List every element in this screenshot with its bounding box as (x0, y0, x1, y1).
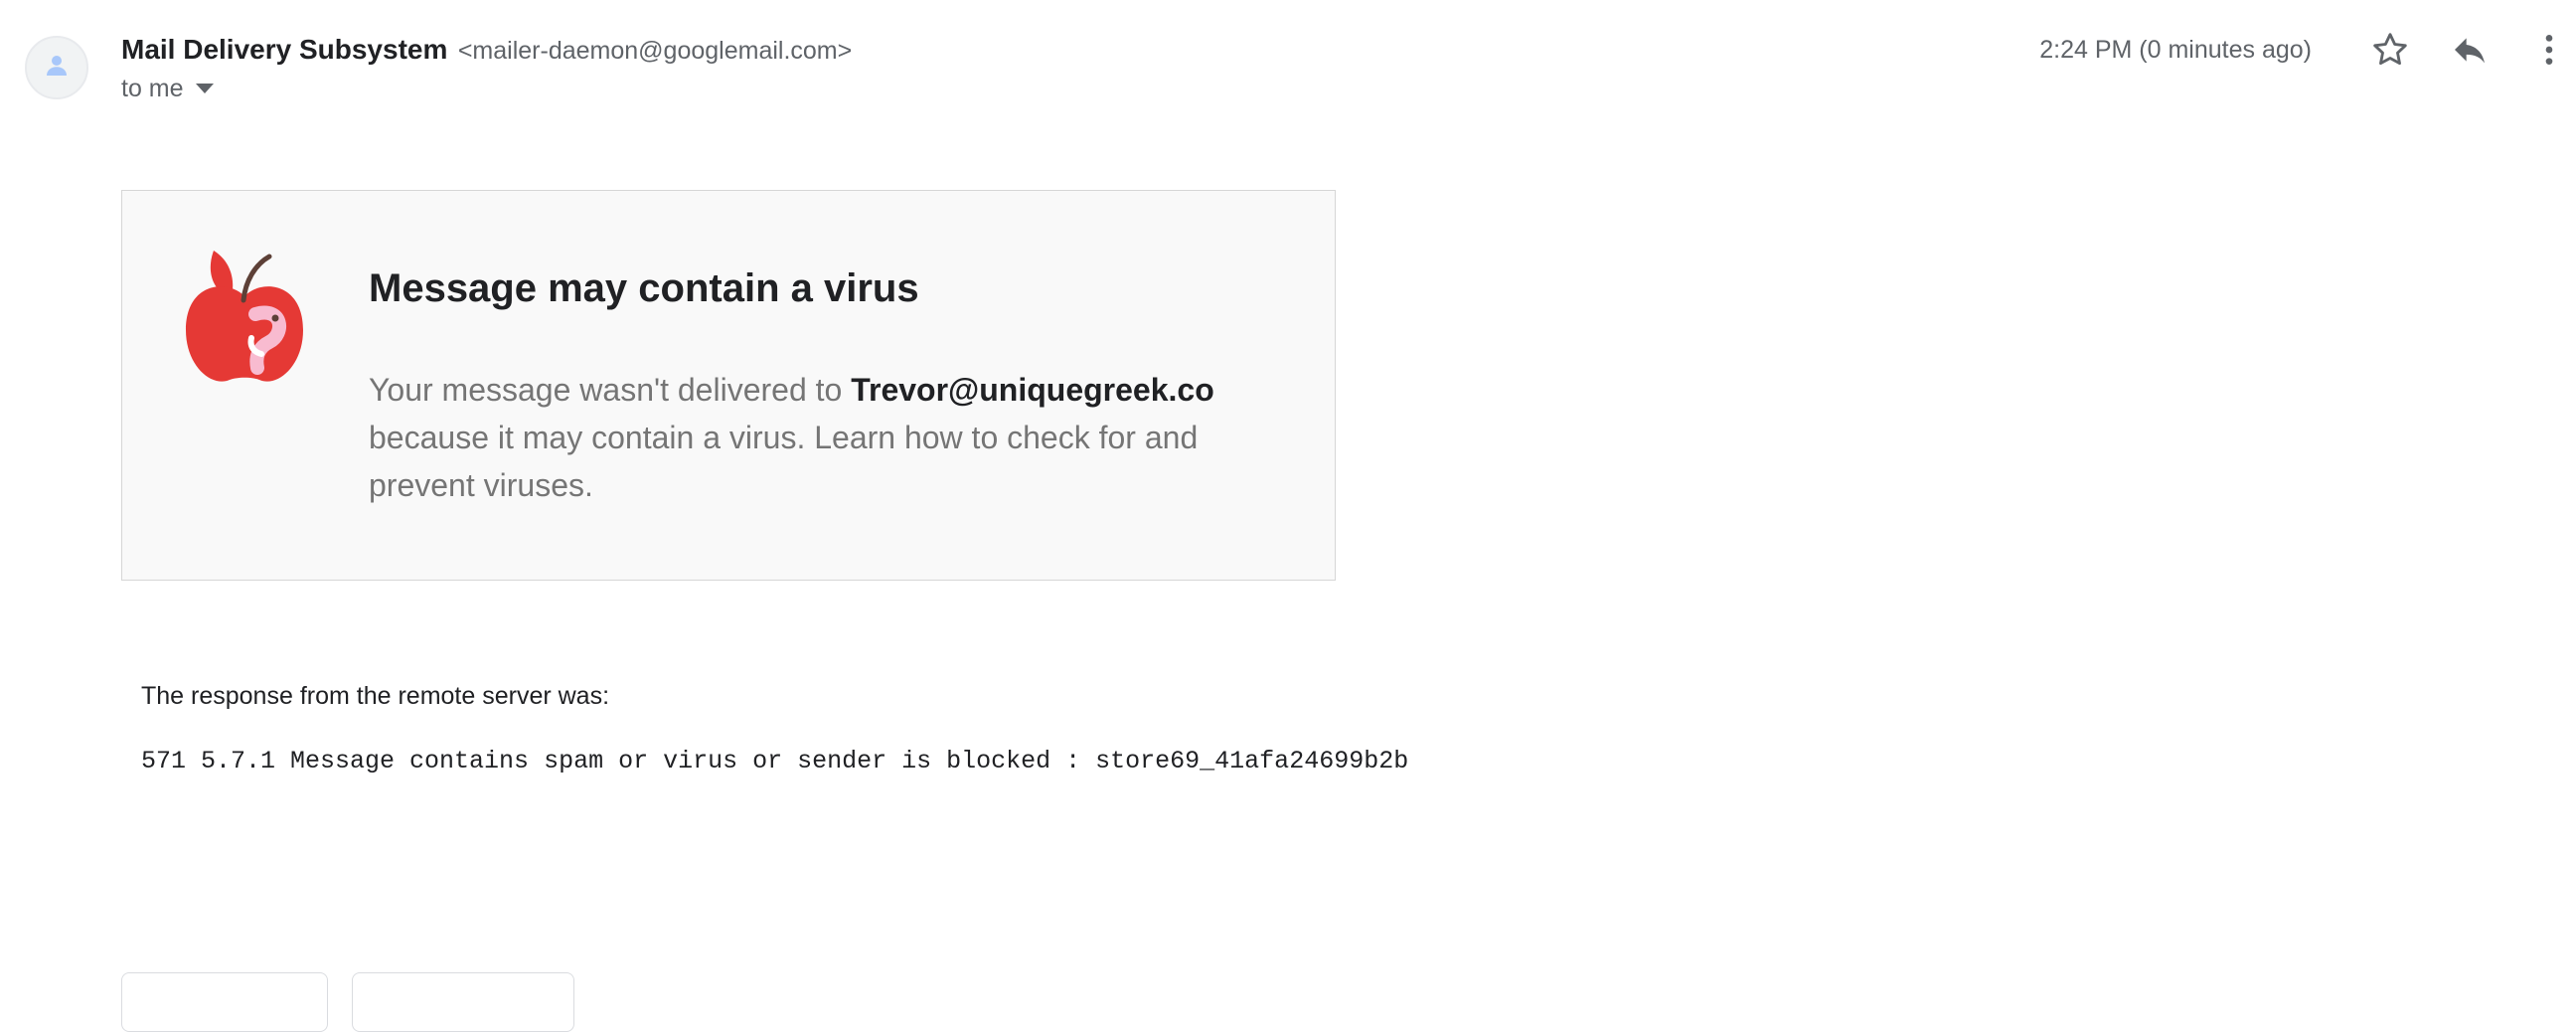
reply-button[interactable] (121, 972, 328, 1032)
forward-button[interactable] (352, 972, 574, 1032)
warning-body-prefix: Your message wasn't delivered to (369, 372, 852, 408)
warning-body-suffix: because it may contain a virus. Learn ho… (369, 420, 1199, 503)
apple-worm-icon (180, 239, 309, 388)
recipient-label: to me (121, 75, 184, 102)
virus-warning-card: Message may contain a virus Your message… (121, 190, 1336, 581)
recipient-address: Trevor@uniquegreek.co (851, 372, 1214, 408)
sender-email: <mailer-daemon@googlemail.com> (457, 37, 853, 65)
server-response-label: The response from the remote server was: (141, 682, 610, 710)
sender-avatar[interactable] (25, 36, 88, 99)
chevron-down-icon[interactable] (195, 84, 214, 93)
header-actions: 2:24 PM (0 minutes ago) (2039, 24, 2576, 76)
server-response-code: 571 5.7.1 Message contains spam or virus… (141, 747, 1409, 775)
sender-name[interactable]: Mail Delivery Subsystem (121, 34, 447, 65)
warning-title: Message may contain a virus (369, 266, 919, 310)
warning-body: Your message wasn't delivered to Trevor@… (369, 366, 1263, 509)
reply-icon[interactable] (2443, 24, 2496, 76)
recipient-details-toggle[interactable]: to me (121, 74, 214, 103)
more-vert-icon[interactable] (2522, 24, 2576, 76)
star-icon[interactable] (2363, 24, 2417, 76)
message-timestamp: 2:24 PM (0 minutes ago) (2039, 35, 2312, 64)
sender-line: Mail Delivery Subsystem <mailer-daemon@g… (121, 33, 852, 72)
person-icon (42, 51, 72, 86)
